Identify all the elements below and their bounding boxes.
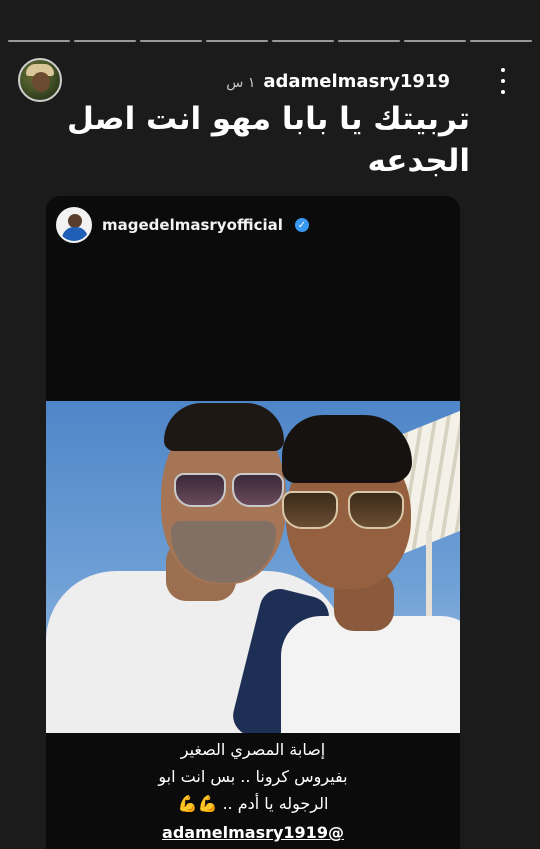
reposted-story-card[interactable]: magedelmasryofficial ✓ إصابة المصري الصغ… bbox=[46, 196, 460, 849]
sunglasses-lens bbox=[348, 491, 404, 529]
progress-segment bbox=[338, 40, 400, 42]
photo-man-sunglasses bbox=[174, 471, 284, 507]
progress-segment bbox=[404, 40, 466, 42]
repost-username[interactable]: magedelmasryofficial bbox=[102, 216, 283, 234]
progress-segment bbox=[8, 40, 70, 42]
story-progress-bars bbox=[8, 40, 532, 42]
repost-text-line: الرجوله يا أدم .. 💪💪 bbox=[177, 794, 329, 813]
avatar-head bbox=[68, 214, 82, 228]
avatar-face bbox=[32, 72, 50, 92]
repost-text-line: بفيروس كرونا .. بس انت ابو bbox=[158, 767, 348, 786]
mention-link[interactable]: adamelmasry1919@ bbox=[162, 819, 344, 846]
repost-text-line: إصابة المصري الصغير bbox=[180, 740, 326, 759]
progress-segment bbox=[272, 40, 334, 42]
menu-dot bbox=[501, 90, 505, 94]
repost-photo bbox=[46, 401, 460, 733]
avatar-body bbox=[62, 227, 88, 241]
sunglasses-lens bbox=[282, 491, 338, 529]
progress-segment bbox=[206, 40, 268, 42]
sunglasses-lens bbox=[174, 473, 226, 507]
progress-segment bbox=[140, 40, 202, 42]
menu-dot bbox=[501, 79, 505, 83]
repost-avatar[interactable] bbox=[56, 207, 92, 243]
repost-text: إصابة المصري الصغير بفيروس كرونا .. بس ا… bbox=[46, 736, 460, 846]
photo-boy-shirt bbox=[281, 616, 460, 733]
sunglasses-lens bbox=[232, 473, 284, 507]
story-username[interactable]: adamelmasry1919 bbox=[263, 71, 450, 92]
progress-segment bbox=[470, 40, 532, 42]
verified-badge-icon: ✓ bbox=[294, 218, 309, 232]
photo-boy-sunglasses bbox=[278, 487, 418, 529]
menu-dot bbox=[501, 68, 505, 72]
story-time: ١ س bbox=[226, 75, 256, 91]
photo-boy-hair bbox=[282, 415, 412, 483]
photo-man-hair bbox=[164, 403, 284, 451]
story-user-line: ١ س adamelmasry1919 bbox=[226, 71, 450, 92]
more-vertical-icon[interactable] bbox=[498, 68, 508, 94]
story-caption: تربيتك يا بابا مهو انت اصل الجدعه bbox=[67, 101, 470, 179]
repost-header: magedelmasryofficial ✓ bbox=[56, 206, 309, 244]
progress-segment bbox=[74, 40, 136, 42]
story-avatar[interactable] bbox=[18, 58, 62, 102]
